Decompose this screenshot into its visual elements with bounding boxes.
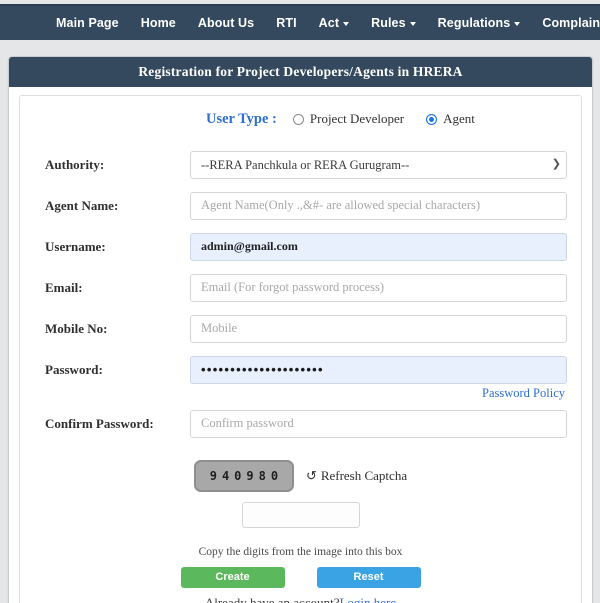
captcha-hint: Copy the digits from the image into this… [198,546,403,558]
nav-item-main-page[interactable]: Main Page [45,16,130,30]
field-row-mobile: Mobile No: [28,308,573,349]
email-input[interactable] [190,273,567,302]
refresh-icon: ↻ [305,468,317,483]
authority-field-wrap: --RERA Panchkula or RERA Gurugram-- ❯ [190,150,573,179]
agent-name-label: Agent Name: [45,197,119,213]
nav-label: Main Page [56,16,119,30]
reset-button[interactable]: Reset [316,567,421,588]
nav-item-home[interactable]: Home [130,16,187,30]
nav-item-act[interactable]: Act [308,16,360,30]
field-row-email: Email: [28,267,573,308]
confirm-password-input[interactable] [190,409,567,438]
mobile-label: Mobile No: [45,320,108,336]
captcha-image: 940980 [193,460,294,492]
nav-item-regulations[interactable]: Regulations [427,16,532,30]
user-type-label: User Type : [206,110,277,127]
top-navbar: Main Page Home About Us RTI Act Rules Re… [0,4,600,40]
nav-label: Home [140,16,176,30]
action-buttons: Create Reset [28,567,573,588]
nav-label: RTI [276,16,297,30]
create-button[interactable]: Create [180,567,285,588]
chevron-down-icon [409,22,416,26]
radio-project-developer[interactable]: Project Developer [292,111,405,127]
registration-panel: Registration for Project Developers/Agen… [8,56,593,603]
chevron-down-icon [343,22,350,26]
mobile-field-wrap [190,314,573,343]
password-field-wrap: ••••••••••••••••••••• [190,355,573,384]
field-row-password: Password: ••••••••••••••••••••• [28,349,573,390]
confirm-password-field-wrap [190,409,573,438]
page-title: Registration for Project Developers/Agen… [9,57,592,87]
nav-item-rules[interactable]: Rules [360,16,427,30]
confirm-password-label: Confirm Password: [45,415,154,431]
authority-select[interactable]: --RERA Panchkula or RERA Gurugram-- [190,150,567,179]
registration-form: User Type : Project Developer Agent Auth… [19,95,582,603]
radio-label: Project Developer [309,111,405,126]
username-input[interactable] [190,232,567,261]
agent-name-input[interactable] [190,191,567,220]
user-type-row: User Type : Project Developer Agent [28,108,573,130]
login-here-link[interactable]: Login here [339,595,396,603]
nav-label: Regulations [437,16,511,30]
nav-label: Act [318,16,340,30]
page-root: Main Page Home About Us RTI Act Rules Re… [0,0,600,603]
password-label: Password: [45,361,103,377]
nav-item-complaint-registration[interactable]: Complaint Registration [531,16,600,30]
captcha-row: 940980 ↻ Refresh Captcha [28,460,573,492]
field-row-authority: Authority: --RERA Panchkula or RERA Guru… [28,144,573,185]
field-row-username: Username: [28,226,573,267]
nav-item-rti[interactable]: RTI [265,16,307,30]
radio-agent[interactable]: Agent [426,111,475,127]
field-row-agent-name: Agent Name: [28,185,573,226]
login-prompt-text: Already have an account? [204,595,340,603]
radio-icon-selected[interactable] [426,113,438,125]
email-field-wrap [190,273,573,302]
password-policy-link[interactable]: Password Policy [482,386,565,401]
radio-label: Agent [443,111,475,126]
refresh-captcha-button[interactable]: ↻ Refresh Captcha [306,468,407,484]
mobile-input[interactable] [190,314,567,343]
password-policy-row: Password Policy [28,386,573,401]
panel-body: User Type : Project Developer Agent Auth… [9,87,592,603]
authority-label: Authority: [45,156,105,172]
captcha-input-row [28,502,573,528]
chevron-down-icon [514,22,521,26]
username-field-wrap [190,232,573,261]
username-label: Username: [45,238,106,254]
password-masked-value: ••••••••••••••••••••• [201,361,324,377]
refresh-captcha-label: Refresh Captcha [320,468,408,483]
nav-label: Complaint Registration [542,16,600,30]
agent-name-field-wrap [190,191,573,220]
password-input[interactable]: ••••••••••••••••••••• [190,355,567,384]
email-label: Email: [45,279,83,295]
captcha-input[interactable] [241,502,360,528]
field-row-confirm-password: Confirm Password: [28,403,573,444]
nav-item-about-us[interactable]: About Us [187,16,265,30]
nav-label: About Us [197,16,255,30]
radio-icon-unselected[interactable] [292,113,304,125]
nav-label: Rules [371,16,406,30]
login-prompt-row: Already have an account?Login here [28,595,573,603]
